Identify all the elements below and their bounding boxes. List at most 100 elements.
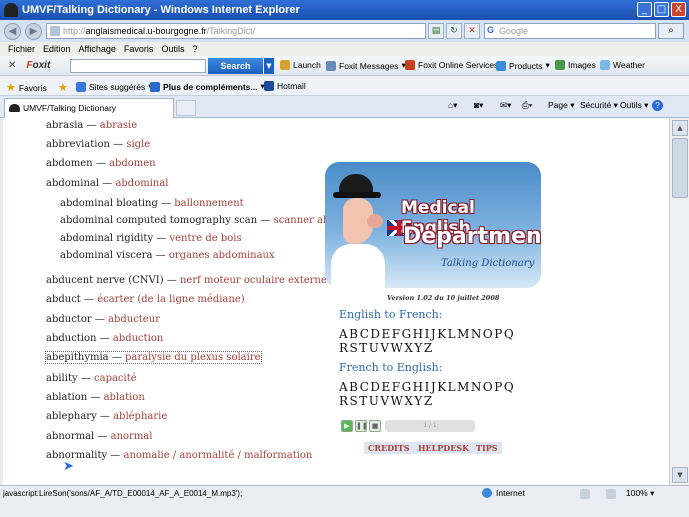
dictionary-entry[interactable]: abrasia — abrasie bbox=[46, 120, 137, 131]
entry-en[interactable]: ablephary bbox=[46, 411, 97, 422]
helpdesk-button[interactable]: HELPDESK bbox=[414, 442, 474, 454]
dictionary-entry[interactable]: abduct — écarter (de la ligne médiane) bbox=[46, 294, 245, 305]
protected-mode-icon[interactable] bbox=[580, 489, 590, 499]
dictionary-entry[interactable]: abducent nerve (CNVI) — nerf moteur ocul… bbox=[46, 275, 327, 286]
entry-fr[interactable]: ventre de bois bbox=[169, 233, 241, 244]
scroll-thumb[interactable] bbox=[672, 138, 688, 198]
security-zone[interactable]: Internet bbox=[482, 488, 525, 498]
entry-en[interactable]: abbreviation bbox=[46, 139, 110, 150]
entry-en[interactable]: abductor bbox=[46, 314, 92, 325]
entry-en[interactable]: abdominal computed tomography scan bbox=[60, 215, 257, 226]
entry-fr[interactable]: abdominal bbox=[115, 178, 168, 189]
home-icon[interactable]: ⌂▾ bbox=[448, 100, 457, 111]
weather-button[interactable]: Weather bbox=[600, 60, 645, 70]
maximize-button[interactable]: □ bbox=[654, 2, 669, 17]
dictionary-subentry[interactable]: abdominal viscera — organes abdominaux bbox=[60, 250, 275, 261]
entry-fr[interactable]: ablépharie bbox=[113, 411, 167, 422]
entry-en[interactable]: abnormal bbox=[46, 431, 94, 442]
entry-fr[interactable]: organes abdominaux bbox=[169, 250, 275, 261]
stop-icon[interactable]: ■ bbox=[369, 420, 381, 432]
dictionary-entry[interactable]: ablephary — ablépharie bbox=[46, 411, 167, 422]
entry-fr[interactable]: nerf moteur oculaire externe bbox=[180, 275, 327, 286]
more-addons-button[interactable]: Plus de compléments... ▾ bbox=[150, 81, 265, 92]
dictionary-entry[interactable]: abbreviation — sigle bbox=[46, 139, 150, 150]
dictionary-entry[interactable]: abduction — abduction bbox=[46, 333, 163, 344]
dictionary-entry[interactable]: ablation — ablation bbox=[46, 392, 145, 403]
entry-en[interactable]: ability bbox=[46, 373, 78, 384]
entry-fr[interactable]: paralysie du plexus solaire bbox=[125, 352, 261, 363]
entry-en[interactable]: abdominal rigidity bbox=[60, 233, 153, 244]
entry-en[interactable]: abdominal viscera bbox=[60, 250, 153, 261]
menu-outils[interactable]: Outils bbox=[161, 44, 184, 54]
images-button[interactable]: Images bbox=[555, 60, 596, 70]
dictionary-subentry[interactable]: abdominal rigidity — ventre de bois bbox=[60, 233, 242, 244]
entry-en[interactable]: abduction bbox=[46, 333, 96, 344]
pause-icon[interactable]: ❚❚ bbox=[355, 420, 368, 432]
entry-en[interactable]: abducent nerve (CNVI) bbox=[46, 275, 164, 286]
foxit-search-button[interactable]: Search bbox=[208, 58, 263, 74]
entry-en[interactable]: abdomen bbox=[46, 158, 93, 169]
tips-button[interactable]: TIPS bbox=[472, 442, 502, 454]
minimize-button[interactable]: _ bbox=[637, 2, 652, 17]
en-to-fr-letters-row1[interactable]: ABCDEFGHIJKLMNOPQ bbox=[339, 327, 515, 341]
mail-icon[interactable]: ✉▾ bbox=[500, 100, 511, 111]
sites-suggested-button[interactable]: Sites suggérés ▾ bbox=[76, 81, 153, 92]
close-button[interactable]: X bbox=[671, 2, 686, 17]
entry-fr[interactable]: capacité bbox=[94, 373, 137, 384]
back-button[interactable]: ◀ bbox=[4, 22, 21, 40]
entry-fr[interactable]: abrasie bbox=[100, 120, 137, 131]
fr-to-en-letters-row2[interactable]: RSTUVWXYZ bbox=[339, 394, 434, 408]
new-tab-button[interactable] bbox=[176, 100, 196, 116]
entry-en[interactable]: abdominal bloating bbox=[60, 198, 158, 209]
dictionary-entry[interactable]: abdomen — abdomen bbox=[46, 158, 156, 169]
favoris-button[interactable]: ★ Favoris bbox=[6, 81, 47, 94]
menu-favoris[interactable]: Favoris bbox=[124, 44, 154, 54]
add-favorite-button[interactable]: ★ bbox=[58, 81, 68, 94]
tools-menu[interactable]: Outils ▾ bbox=[620, 100, 648, 111]
page-menu[interactable]: Page ▾ bbox=[548, 100, 575, 111]
fr-to-en-letters-row1[interactable]: ABCDEFGHIJKLMNOPQ bbox=[339, 380, 515, 394]
entry-fr[interactable]: écarter (de la ligne médiane) bbox=[97, 294, 244, 305]
menu-affichage[interactable]: Affichage bbox=[79, 44, 116, 54]
forward-button[interactable]: ▶ bbox=[25, 22, 42, 40]
entry-en[interactable]: abepithymia bbox=[46, 352, 109, 363]
dictionary-entry-focused[interactable]: abepithymia — paralysie du plexus solair… bbox=[45, 351, 262, 364]
help-icon[interactable]: ? bbox=[652, 100, 663, 111]
vertical-scrollbar[interactable]: ▲ ▼ bbox=[669, 118, 689, 485]
entry-fr[interactable]: sigle bbox=[126, 139, 150, 150]
entry-en[interactable]: ablation bbox=[46, 392, 87, 403]
dictionary-entry[interactable]: abdominal — abdominal bbox=[46, 178, 169, 189]
entry-fr[interactable]: ballonnement bbox=[174, 198, 243, 209]
entry-fr[interactable]: abducteur bbox=[108, 314, 160, 325]
foxit-close-icon[interactable]: ✕ bbox=[8, 60, 16, 71]
search-go-button[interactable]: ⌕ bbox=[658, 23, 684, 39]
entry-fr[interactable]: anomalie / anormalité / malformation bbox=[123, 450, 312, 461]
stop-icon[interactable]: ✕ bbox=[464, 23, 480, 39]
url-field[interactable]: http://anglaismedical.u-bourgogne.fr/Tal… bbox=[46, 23, 426, 39]
dictionary-subentry[interactable]: abdominal bloating — ballonnement bbox=[60, 198, 244, 209]
search-input[interactable]: G Google bbox=[484, 23, 656, 39]
foxit-search-input[interactable] bbox=[70, 59, 206, 73]
credits-button[interactable]: CREDITS bbox=[364, 442, 414, 454]
security-menu[interactable]: Sécurité ▾ bbox=[580, 100, 618, 111]
print-icon[interactable]: ⎙▾ bbox=[522, 100, 532, 111]
play-icon[interactable]: ▶ bbox=[341, 420, 353, 432]
menu-fichier[interactable]: Fichier bbox=[8, 44, 35, 54]
entry-fr[interactable]: ablation bbox=[104, 392, 145, 403]
launch-button[interactable]: Launch bbox=[280, 60, 321, 70]
feeds-icon[interactable]: ◙▾ bbox=[474, 100, 483, 111]
tab-active[interactable]: UMVF/Talking Dictionary bbox=[4, 98, 174, 118]
foxit-online-services-button[interactable]: Foxit Online Services bbox=[405, 60, 498, 70]
entry-en[interactable]: abduct bbox=[46, 294, 81, 305]
entry-en[interactable]: abrasia bbox=[46, 120, 83, 131]
hotmail-link[interactable]: Hotmail bbox=[264, 81, 306, 91]
zoom-level[interactable]: 100% ▾ bbox=[626, 488, 654, 499]
refresh-icon[interactable]: ↻ bbox=[446, 23, 462, 39]
entry-fr[interactable]: abduction bbox=[113, 333, 163, 344]
foxit-messages-button[interactable]: Foxit Messages ▾ bbox=[326, 60, 406, 71]
dictionary-entry[interactable]: abnormal — anormal bbox=[46, 431, 152, 442]
player-track[interactable]: 1 / 1 bbox=[385, 420, 475, 432]
menu-edition[interactable]: Edition bbox=[43, 44, 71, 54]
scroll-down-button[interactable]: ▼ bbox=[672, 467, 688, 483]
products-button[interactable]: Products ▾ bbox=[496, 60, 550, 71]
